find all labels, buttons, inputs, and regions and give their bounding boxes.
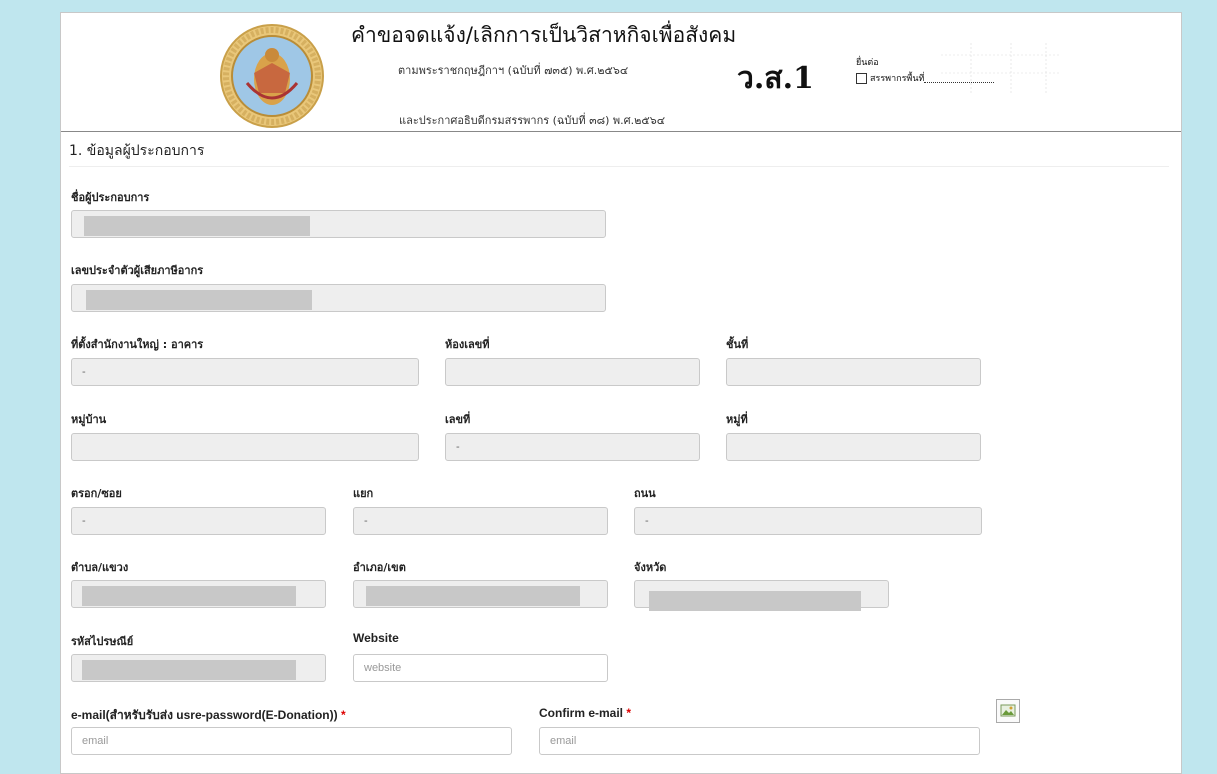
building-field[interactable]: -	[71, 358, 419, 386]
building-label: ที่ตั้งสำนักงานใหญ่ : อาคาร	[71, 338, 204, 351]
broken-image-icon	[996, 699, 1020, 723]
floor-label: ชั้นที่	[726, 338, 749, 351]
subdistrict-label: ตำบล/แขวง	[71, 561, 129, 574]
postcode-label: รหัสไปรษณีย์	[71, 635, 134, 648]
section-title: 1. ข้อมูลผู้ประกอบการ	[69, 140, 1169, 167]
district-field[interactable]	[353, 580, 608, 608]
email-label: e-mail(สำหรับรับส่ง usre-password(E-Dona…	[71, 708, 346, 722]
operator-name-field[interactable]	[71, 210, 606, 238]
house-no-field[interactable]: -	[445, 433, 700, 461]
form-page: คำขอจดแจ้ง/เลิกการเป็นวิสาหกิจเพื่อสังคม…	[60, 12, 1182, 774]
road-field[interactable]: -	[634, 507, 982, 535]
redacted-value	[86, 290, 312, 310]
moo-field[interactable]	[726, 433, 981, 461]
branch-label: สรรพากรพื้นที่	[870, 74, 925, 84]
house-no-label: เลขที่	[445, 413, 471, 426]
soi-field[interactable]: -	[71, 507, 326, 535]
tax-id-field[interactable]	[71, 284, 606, 312]
village-field[interactable]	[71, 433, 419, 461]
postcode-field[interactable]	[71, 654, 326, 682]
required-marker: *	[626, 706, 632, 720]
form-title: คำขอจดแจ้ง/เลิกการเป็นวิสาหกิจเพื่อสังคม	[351, 23, 737, 47]
yaek-field[interactable]: -	[353, 507, 608, 535]
branch-checkbox[interactable]	[856, 72, 867, 84]
redacted-value	[84, 216, 310, 236]
form-subtitle-announcement: และประกาศอธิบดีกรมสรรพากร (ฉบับที่ ๓๘) พ…	[399, 114, 666, 127]
faint-grid-decoration	[941, 43, 1061, 93]
tax-id-label: เลขประจำตัวผู้เสียภาษีอากร	[71, 264, 204, 277]
operator-name-label: ชื่อผู้ประกอบการ	[71, 191, 150, 204]
redacted-value	[366, 586, 580, 606]
yaek-label: แยก	[353, 487, 374, 500]
province-field[interactable]	[634, 580, 889, 611]
revenue-department-seal-icon	[220, 24, 324, 128]
required-marker: *	[340, 708, 346, 722]
subdistrict-field[interactable]	[71, 580, 326, 608]
confirm-email-label: Confirm e-mail *	[539, 706, 632, 720]
form-subtitle-decree: ตามพระราชกฤษฎีกาฯ (ฉบับที่ ๗๓๕) พ.ศ.๒๕๖๔	[398, 64, 629, 77]
province-label: จังหวัด	[634, 561, 667, 574]
redacted-value	[82, 660, 296, 680]
room-no-label: ห้องเลขที่	[445, 338, 490, 351]
form-header: คำขอจดแจ้ง/เลิกการเป็นวิสาหกิจเพื่อสังคม…	[61, 13, 1181, 132]
room-no-field[interactable]	[445, 358, 700, 386]
soi-label: ตรอก/ซอย	[71, 487, 122, 500]
website-label: Website	[353, 631, 399, 645]
moo-label: หมู่ที่	[726, 413, 748, 426]
confirm-email-input[interactable]: email	[539, 727, 980, 755]
redacted-value	[82, 586, 296, 606]
village-label: หมู่บ้าน	[71, 413, 107, 426]
redacted-value	[649, 591, 861, 611]
form-code: ว.ส.1	[737, 61, 814, 96]
road-label: ถนน	[634, 487, 656, 500]
district-label: อำเภอ/เขต	[353, 561, 406, 574]
floor-field[interactable]	[726, 358, 981, 386]
website-input[interactable]: website	[353, 654, 608, 682]
submit-to-label: ยื่นต่อ	[856, 58, 879, 68]
email-input[interactable]: email	[71, 727, 512, 755]
